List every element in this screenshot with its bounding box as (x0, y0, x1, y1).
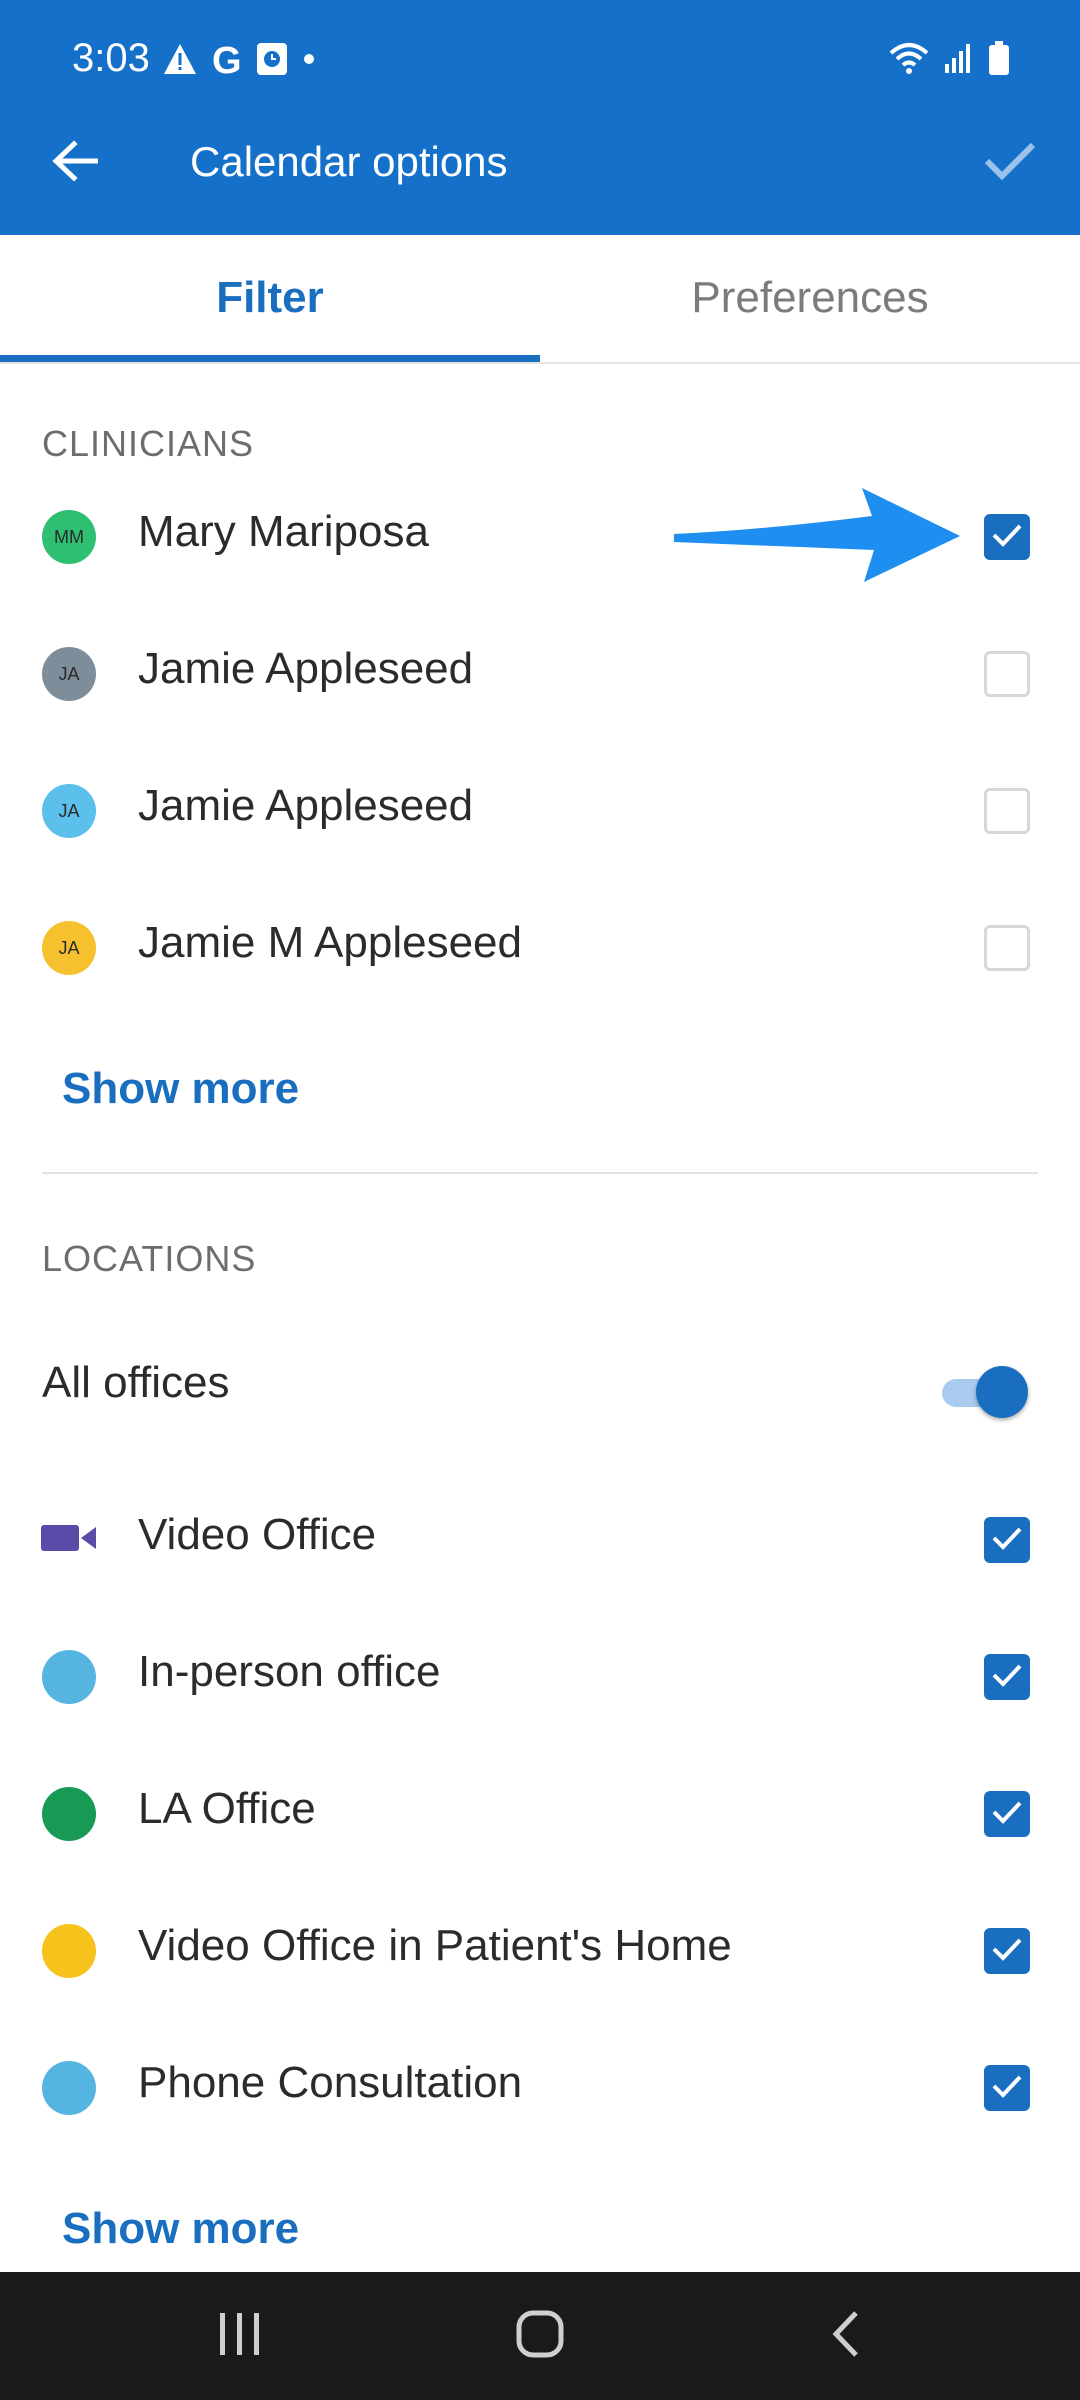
tab-bar: Filter Preferences (0, 235, 1080, 364)
location-row[interactable]: Video Office (0, 1480, 1080, 1600)
home-button[interactable] (500, 2296, 580, 2376)
check-icon (984, 141, 1036, 186)
battery-icon (988, 40, 1010, 81)
status-bar: 3:03 G (0, 0, 1080, 120)
back-icon (828, 2309, 862, 2364)
locations-section-title: LOCATIONS (42, 1238, 257, 1279)
location-name: LA Office (138, 1784, 316, 1833)
location-checkbox[interactable] (984, 1928, 1030, 1974)
clinicians-section-title: CLINICIANS (42, 423, 255, 464)
status-time: 3:03 (72, 36, 150, 80)
arrow-left-icon (52, 139, 99, 187)
location-row[interactable]: LA Office (0, 1754, 1080, 1874)
clock-app-icon (256, 42, 288, 81)
dot-icon (302, 52, 316, 71)
location-checkbox[interactable] (984, 1654, 1030, 1700)
location-name: Video Office in Patient's Home (138, 1921, 732, 1970)
clinician-row[interactable]: JA Jamie Appleseed (0, 751, 1080, 871)
check-icon (991, 1936, 1023, 1967)
location-row[interactable]: In-person office (0, 1617, 1080, 1737)
signal-icon (944, 42, 974, 79)
location-name: Video Office (138, 1510, 377, 1559)
location-row[interactable]: Phone Consultation (0, 2028, 1080, 2148)
check-icon (991, 2073, 1023, 2104)
location-color-dot (42, 2061, 96, 2115)
location-row[interactable]: Video Office in Patient's Home (0, 1891, 1080, 2011)
tab-filter[interactable]: Filter (0, 235, 540, 362)
check-icon (991, 522, 1023, 553)
nav-back-button[interactable] (805, 2296, 885, 2376)
check-icon (991, 1799, 1023, 1830)
recents-button[interactable] (200, 2296, 280, 2376)
tab-preferences[interactable]: Preferences (540, 235, 1080, 360)
location-checkbox[interactable] (984, 1791, 1030, 1837)
location-checkbox[interactable] (984, 2065, 1030, 2111)
location-color-dot (42, 1650, 96, 1704)
video-camera-icon (41, 1523, 97, 1558)
google-icon: G (212, 40, 242, 82)
clinician-checkbox[interactable] (984, 925, 1030, 971)
toggle-knob (976, 1366, 1028, 1418)
all-offices-label: All offices (42, 1358, 230, 1407)
location-color-dot (42, 1787, 96, 1841)
section-divider (42, 1172, 1038, 1174)
confirm-button[interactable] (970, 128, 1050, 198)
avatar: MM (42, 510, 96, 564)
check-icon (991, 1525, 1023, 1556)
all-offices-row[interactable]: All offices (0, 1328, 1080, 1448)
clinician-checkbox[interactable] (984, 651, 1030, 697)
back-button[interactable] (40, 128, 110, 198)
clinicians-show-more-link[interactable]: Show more (62, 1064, 299, 1114)
system-nav-bar (0, 2272, 1080, 2400)
avatar: JA (42, 921, 96, 975)
location-checkbox[interactable] (984, 1517, 1030, 1563)
location-name: Phone Consultation (138, 2058, 523, 2107)
location-color-dot (42, 1924, 96, 1978)
clinician-name: Jamie M Appleseed (138, 918, 522, 967)
location-name: In-person office (138, 1647, 441, 1696)
clinician-name: Mary Mariposa (138, 507, 429, 556)
clinician-name: Jamie Appleseed (138, 644, 474, 693)
warning-icon (162, 42, 198, 81)
clinician-name: Jamie Appleseed (138, 781, 474, 830)
locations-show-more-link[interactable]: Show more (62, 2204, 299, 2254)
clinician-row[interactable]: JA Jamie M Appleseed (0, 888, 1080, 1008)
page-title: Calendar options (190, 138, 508, 185)
clinician-checkbox[interactable] (984, 788, 1030, 834)
wifi-icon (888, 41, 930, 80)
avatar: JA (42, 784, 96, 838)
home-icon (515, 2309, 565, 2364)
blue-arrow-icon (672, 486, 962, 586)
app-bar: 3:03 G Calendar options (0, 0, 1080, 235)
all-offices-toggle[interactable] (942, 1364, 1030, 1420)
check-icon (991, 1662, 1023, 1693)
clinician-checkbox[interactable] (984, 514, 1030, 560)
recents-icon (218, 2311, 262, 2362)
clinician-row[interactable]: JA Jamie Appleseed (0, 614, 1080, 734)
avatar: JA (42, 647, 96, 701)
